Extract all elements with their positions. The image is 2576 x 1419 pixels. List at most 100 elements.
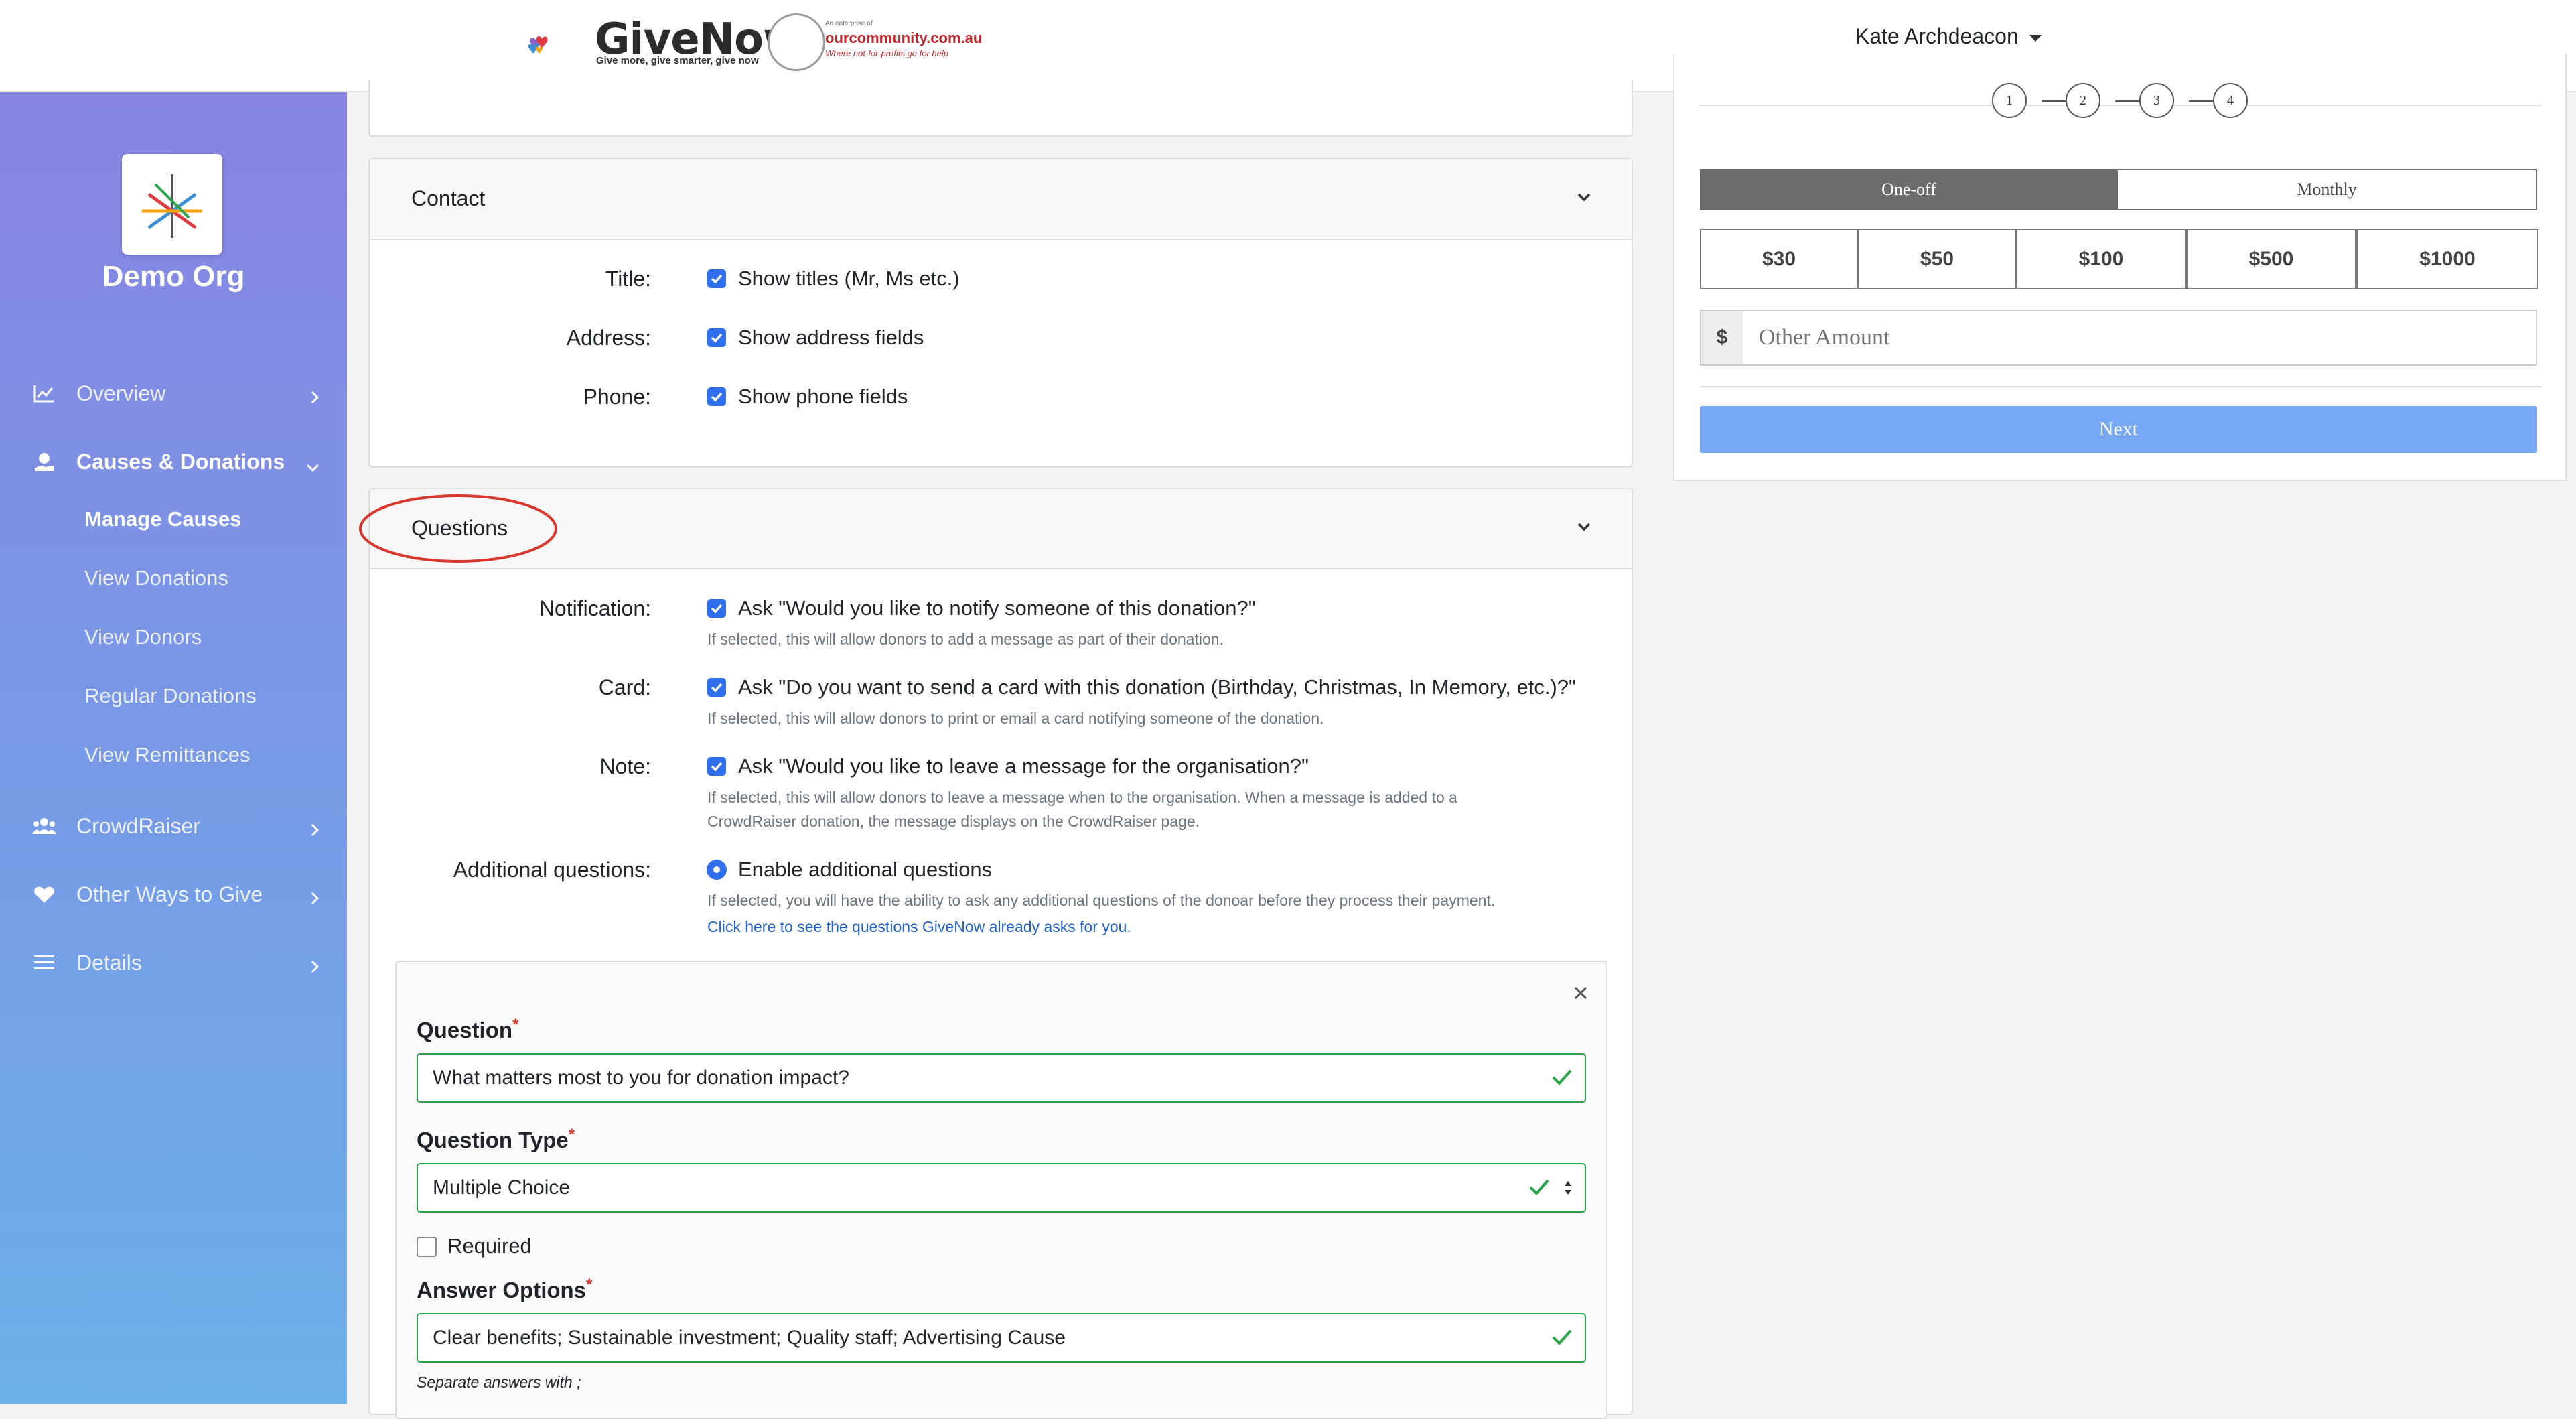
required-asterisk: * xyxy=(586,1276,593,1294)
answer-options-input[interactable] xyxy=(433,1314,1504,1361)
questions-card: Questions Notification: Ask "Would you l… xyxy=(368,488,1633,1419)
card-help: If selected, this will allow donors to p… xyxy=(707,710,1324,727)
amount-50-button[interactable]: $50 xyxy=(1858,229,2016,289)
list-icon xyxy=(32,951,56,975)
sidebar-item-label: Details xyxy=(76,950,142,975)
currency-addon: $ xyxy=(1700,310,1744,366)
step-4: 4 xyxy=(2213,83,2248,118)
valid-check-icon xyxy=(1551,1068,1573,1090)
note-checkbox[interactable] xyxy=(707,757,726,776)
sidebar-item-causes-donations[interactable]: Causes & Donations xyxy=(32,442,320,482)
required-asterisk: * xyxy=(568,1126,575,1144)
sidebar-item-label: Overview xyxy=(76,381,166,405)
givenow-tagline: Give more, give smarter, give now xyxy=(596,55,759,66)
users-icon xyxy=(32,814,56,838)
check-icon xyxy=(711,683,723,693)
additional-questions-option: Enable additional questions xyxy=(738,858,993,881)
divider xyxy=(1699,105,2541,106)
question-input[interactable] xyxy=(433,1055,1504,1101)
question-input-field[interactable] xyxy=(417,1053,1586,1103)
additional-questions-label: Additional questions: xyxy=(453,858,651,882)
ourcommunity-tagline: Where not-for-profits go for help xyxy=(825,48,949,58)
answer-options-field[interactable] xyxy=(417,1313,1586,1363)
step-2: 2 xyxy=(2066,83,2100,118)
phone-label: Phone: xyxy=(583,385,651,409)
amount-1000-button[interactable]: $1000 xyxy=(2356,229,2538,289)
existing-questions-link[interactable]: Click here to see the questions GiveNow … xyxy=(707,918,1131,936)
amount-30-button[interactable]: $30 xyxy=(1700,229,1858,289)
chevron-down-icon xyxy=(305,454,320,478)
one-off-toggle[interactable]: One-off xyxy=(1700,169,2118,210)
check-icon xyxy=(711,333,723,343)
chevron-down-icon[interactable] xyxy=(1577,521,1591,535)
sidebar-item-label: Other Ways to Give xyxy=(76,882,263,906)
notification-label: Notification: xyxy=(539,596,651,620)
question-type-select[interactable]: Multiple Choice xyxy=(417,1163,1586,1213)
contact-card-title: Contact xyxy=(411,186,486,210)
sidebar-item-other-ways-to-give[interactable]: Other Ways to Give xyxy=(32,874,320,915)
question-field-label: Question* xyxy=(417,1016,519,1042)
note-label: Note: xyxy=(599,754,651,779)
sidebar-subitem-view-donors[interactable]: View Donors xyxy=(84,625,202,649)
additional-questions-radio[interactable] xyxy=(707,860,727,880)
sidebar-subitem-view-remittances[interactable]: View Remittances xyxy=(84,743,251,767)
answer-options-help: Separate answers with ; xyxy=(417,1373,581,1391)
question-type-value: Multiple Choice xyxy=(433,1176,571,1199)
ourcommunity-wordmark: ourcommunity.com.au xyxy=(825,29,983,46)
hand-donation-icon xyxy=(32,450,56,474)
note-help-line-1: If selected, this will allow donors to l… xyxy=(707,789,1457,806)
contact-card-header[interactable]: Contact xyxy=(370,159,1632,240)
contact-card: Contact Title: Show titles (Mr, Ms etc.)… xyxy=(368,158,1633,468)
check-icon xyxy=(711,604,723,614)
other-amount-input[interactable] xyxy=(1743,310,2537,366)
show-titles-checkbox[interactable] xyxy=(707,269,726,288)
sidebar-item-overview[interactable]: Overview xyxy=(32,373,320,413)
required-option-label: Required xyxy=(447,1234,532,1258)
sidebar-subitem-view-donations[interactable]: View Donations xyxy=(84,566,228,590)
chevron-right-icon xyxy=(309,955,320,979)
amount-500-button[interactable]: $500 xyxy=(2186,229,2356,289)
highlight-circle-annotation xyxy=(359,494,557,563)
question-type-label: Question Type* xyxy=(417,1126,575,1152)
monthly-toggle[interactable]: Monthly xyxy=(2117,169,2537,210)
ourcommunity-logo-icon xyxy=(768,13,825,71)
check-icon xyxy=(711,762,723,772)
sidebar: Demo Org Overview Causes & Donations Man… xyxy=(0,92,347,1404)
org-logo-icon xyxy=(142,174,202,238)
select-arrows-icon xyxy=(1563,1178,1573,1201)
card-checkbox[interactable] xyxy=(707,678,726,697)
note-option: Ask "Would you like to leave a message f… xyxy=(738,754,1309,778)
next-button[interactable]: Next xyxy=(1700,406,2537,453)
chart-line-icon xyxy=(32,381,56,405)
chevron-right-icon xyxy=(309,385,320,410)
sidebar-item-label: CrowdRaiser xyxy=(76,813,200,838)
close-icon[interactable] xyxy=(1573,985,1589,1004)
ourcommunity-enterprise-text: An enterprise of xyxy=(825,20,873,27)
step-1: 1 xyxy=(1992,83,2027,118)
user-menu[interactable]: Kate Archdeacon xyxy=(1855,24,2042,49)
show-phone-checkbox[interactable] xyxy=(707,387,726,406)
answer-options-label: Answer Options* xyxy=(417,1276,593,1302)
required-checkbox[interactable] xyxy=(417,1237,437,1257)
amount-100-button[interactable]: $100 xyxy=(2016,229,2186,289)
show-address-checkbox[interactable] xyxy=(707,328,726,347)
sidebar-subitem-regular-donations[interactable]: Regular Donations xyxy=(84,684,257,708)
sidebar-item-details[interactable]: Details xyxy=(32,943,320,983)
sidebar-subitem-manage-causes[interactable]: Manage Causes xyxy=(84,507,241,531)
sidebar-item-crowdraiser[interactable]: CrowdRaiser xyxy=(32,806,320,846)
notification-option: Ask "Would you like to notify someone of… xyxy=(738,596,1256,620)
org-name: Demo Org xyxy=(102,260,245,293)
chevron-down-icon[interactable] xyxy=(1577,192,1591,206)
show-phone-option: Show phone fields xyxy=(738,385,908,408)
card-label: Card: xyxy=(598,675,651,699)
show-address-option: Show address fields xyxy=(738,326,924,349)
org-logo[interactable] xyxy=(122,154,222,255)
previous-section-card xyxy=(368,80,1633,137)
notification-checkbox[interactable] xyxy=(707,599,726,618)
chevron-right-icon xyxy=(309,886,320,911)
valid-check-icon xyxy=(1528,1178,1550,1200)
card-option: Ask "Do you want to send a card with thi… xyxy=(738,675,1577,699)
note-help-line-2: CrowdRaiser donation, the message displa… xyxy=(707,813,1200,830)
givenow-logo[interactable] xyxy=(526,12,600,79)
chevron-right-icon xyxy=(309,818,320,843)
